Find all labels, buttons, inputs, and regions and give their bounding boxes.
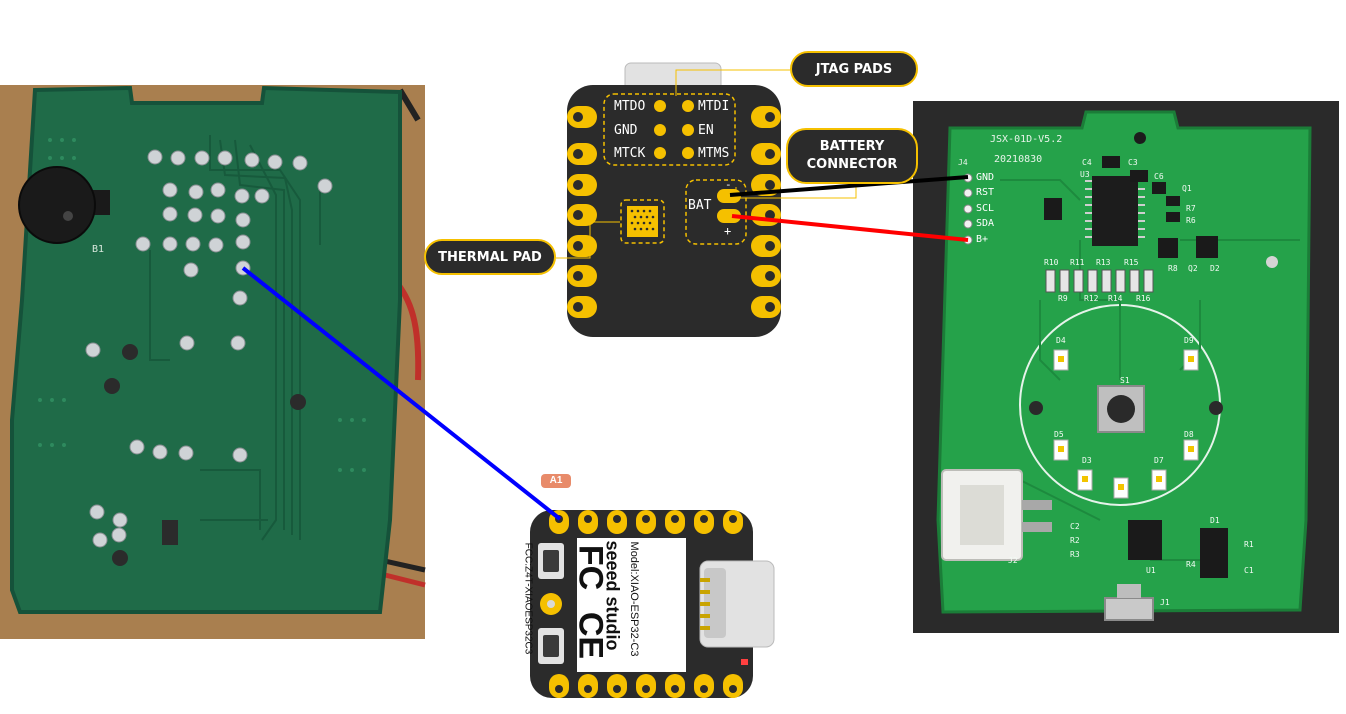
callout-battery-text-2: CONNECTOR xyxy=(806,157,898,172)
callout-thermal-pad: THERMAL PAD xyxy=(424,239,556,275)
connection-overlay xyxy=(241,69,969,521)
signal-wire xyxy=(241,266,562,521)
callout-battery-text-1: BATTERY xyxy=(819,139,885,154)
callout-thermal-text: THERMAL PAD xyxy=(438,249,542,265)
callout-jtag-text: JTAG PADS xyxy=(815,61,893,77)
callout-battery-connector: BATTERY CONNECTOR xyxy=(786,128,918,184)
callout-jtag-pads: JTAG PADS xyxy=(790,51,918,87)
bplus-wire xyxy=(731,214,969,242)
